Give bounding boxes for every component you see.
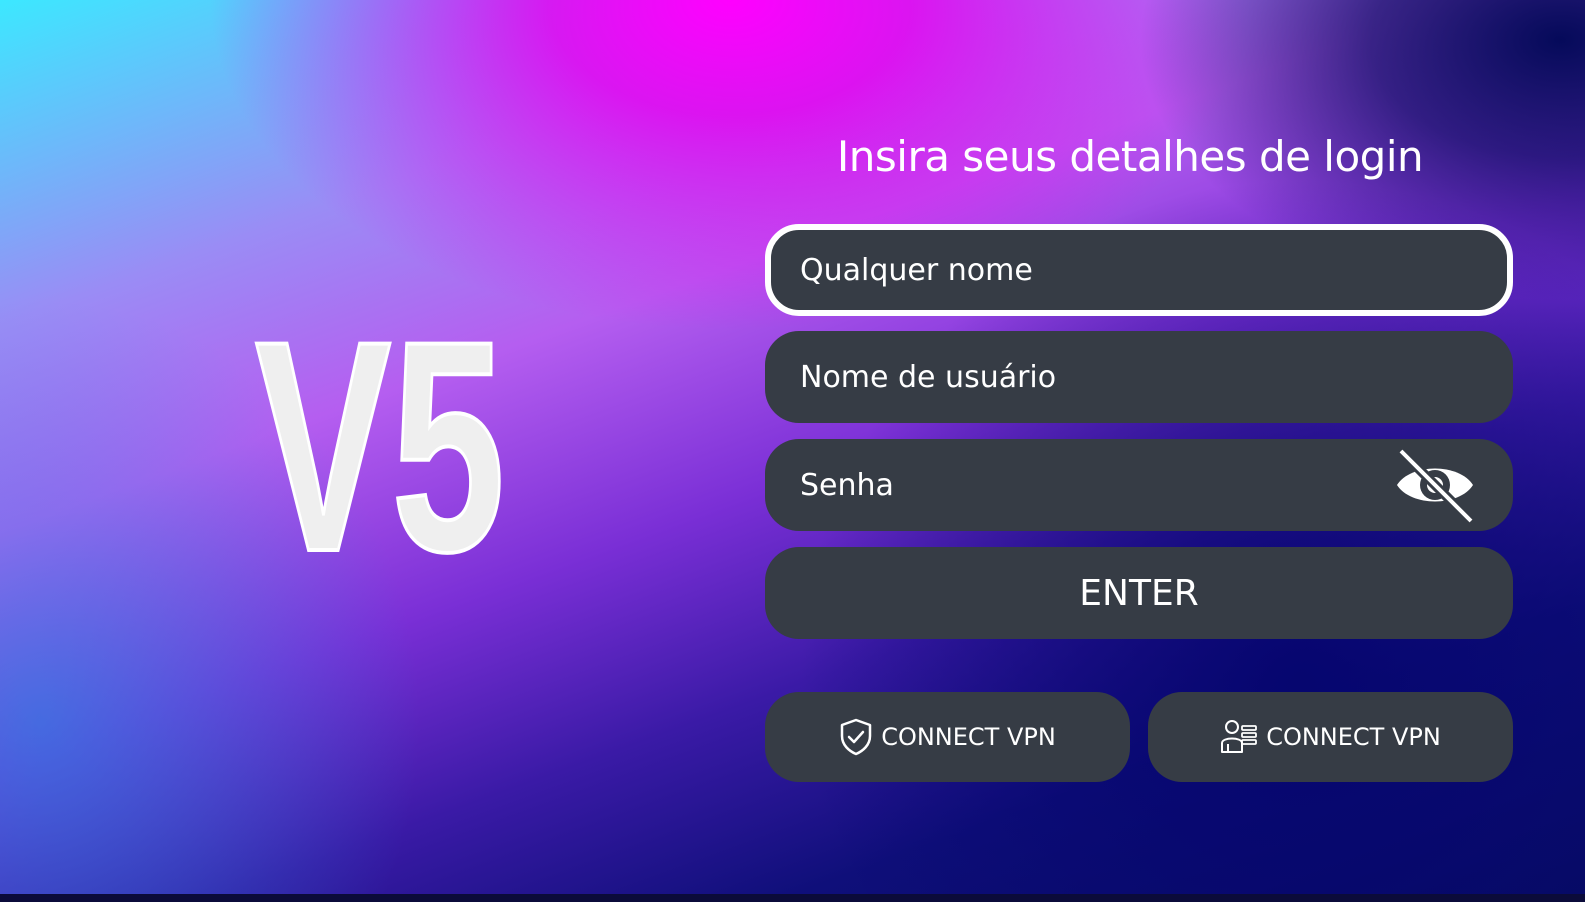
connect-vpn-label-2: CONNECT VPN (1266, 723, 1441, 751)
enter-button[interactable]: ENTER (765, 547, 1513, 639)
password-placeholder: Senha (800, 467, 894, 503)
user-list-icon (1221, 720, 1258, 753)
any-name-placeholder: Qualquer nome (800, 252, 1033, 288)
connect-vpn-button-2[interactable]: CONNECT VPN (1148, 692, 1513, 782)
enter-button-label: ENTER (1079, 572, 1199, 614)
connect-vpn-button-1[interactable]: CONNECT VPN (765, 692, 1130, 782)
taskbar-strip (0, 894, 1585, 902)
logo-text: V5 (255, 300, 505, 570)
v5-logo: V5 (253, 300, 507, 570)
eye-off-icon[interactable] (1393, 445, 1477, 525)
connect-vpn-label-1: CONNECT VPN (881, 723, 1056, 751)
password-field[interactable]: Senha (765, 439, 1513, 531)
any-name-field[interactable]: Qualquer nome (765, 224, 1513, 316)
login-title: Insira seus detalhes de login (836, 132, 1424, 181)
shield-check-icon (840, 718, 872, 756)
username-field[interactable]: Nome de usuário (765, 331, 1513, 423)
username-placeholder: Nome de usuário (800, 359, 1057, 395)
